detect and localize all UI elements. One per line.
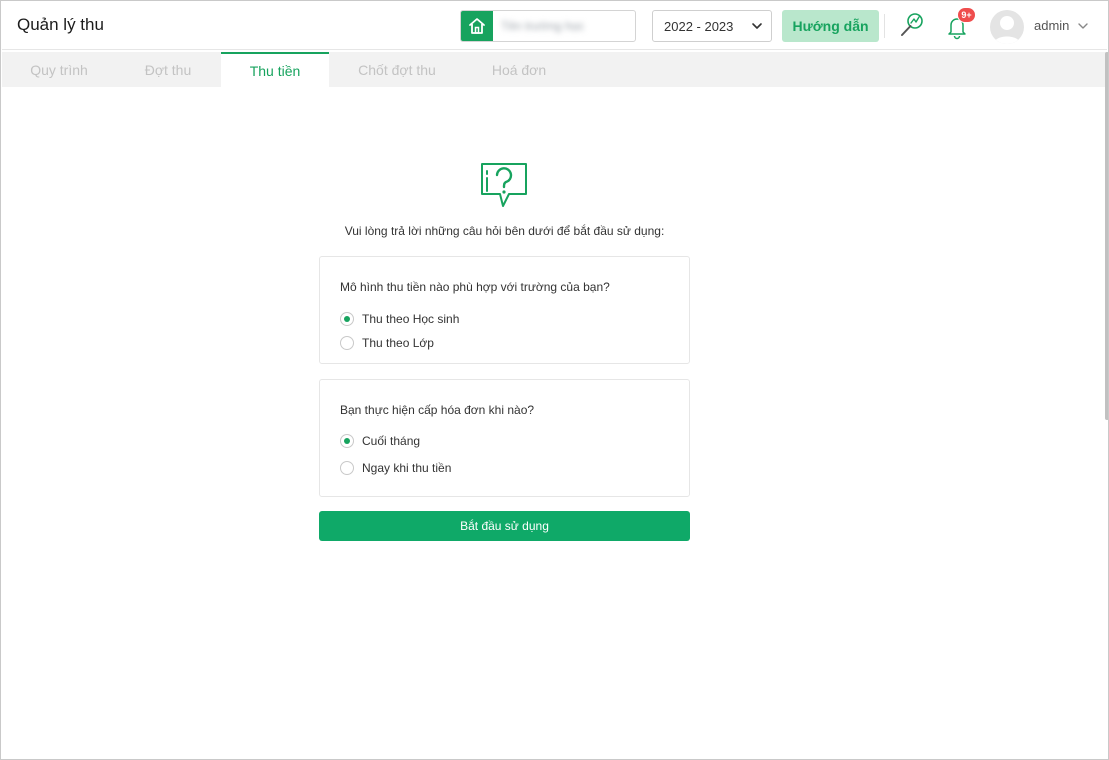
question-text: Bạn thực hiện cấp hóa đơn khi nào? <box>340 403 535 417</box>
start-button[interactable]: Bắt đầu sử dụng <box>319 511 690 541</box>
notification-badge: 9+ <box>957 7 976 23</box>
radio-button[interactable] <box>340 461 354 475</box>
avatar[interactable] <box>990 10 1024 44</box>
tab-thu-tien[interactable]: Thu tiền <box>221 52 329 87</box>
radio-button-checked[interactable] <box>340 434 354 448</box>
option-label: Ngay khi thu tiền <box>362 461 452 475</box>
intro-text: Vui lòng trả lời những câu hỏi bên dưới … <box>344 224 665 238</box>
radio-option[interactable]: Cuối tháng <box>340 434 420 448</box>
home-button[interactable] <box>461 11 493 41</box>
header-divider <box>884 14 885 38</box>
user-avatar-icon <box>994 16 1020 44</box>
magic-wand-icon[interactable] <box>898 11 926 39</box>
question-text: Mô hình thu tiền nào phù hợp với trường … <box>340 280 610 294</box>
page-title: Quản lý thu <box>17 15 104 34</box>
school-year-select[interactable]: 2022 - 2023 <box>652 10 772 42</box>
option-label: Thu theo Lớp <box>362 336 434 350</box>
radio-button-checked[interactable] <box>340 312 354 326</box>
tab-dot-thu[interactable]: Đợt thu <box>114 52 222 87</box>
scrollbar[interactable] <box>1105 52 1108 420</box>
radio-button[interactable] <box>340 336 354 350</box>
user-name[interactable]: admin <box>1034 18 1069 33</box>
tab-quy-trinh[interactable]: Quy trình <box>2 52 116 87</box>
radio-option[interactable]: Thu theo Học sinh <box>340 312 459 326</box>
tab-bar: Quy trình Đợt thu Thu tiền Chốt đợt thu … <box>2 52 1106 87</box>
option-label: Cuối tháng <box>362 434 421 448</box>
radio-option[interactable]: Thu theo Lớp <box>340 336 434 350</box>
school-year-value: 2022 - 2023 <box>664 19 734 34</box>
option-label: Thu theo Học sinh <box>362 312 460 326</box>
school-selector[interactable]: Tên trường học <box>460 10 636 42</box>
question-card: Mô hình thu tiền nào phù hợp với trường … <box>319 256 690 364</box>
question-card: Bạn thực hiện cấp hóa đơn khi nào? Cuối … <box>319 379 690 497</box>
tab-hoa-don[interactable]: Hoá đơn <box>468 52 570 87</box>
guide-button[interactable]: Hướng dẫn <box>782 10 879 42</box>
app-window: Quản lý thu Tên trường học 2022 - 2023 H… <box>0 0 1109 760</box>
top-header: Quản lý thu Tên trường học 2022 - 2023 H… <box>2 2 1107 50</box>
tab-chot-dot-thu[interactable]: Chốt đợt thu <box>336 52 458 87</box>
home-icon <box>469 18 485 34</box>
chevron-down-icon <box>752 23 762 29</box>
chevron-down-icon[interactable] <box>1077 20 1089 32</box>
school-name: Tên trường học <box>501 19 585 33</box>
radio-option[interactable]: Ngay khi thu tiền <box>340 461 451 475</box>
question-chat-icon <box>481 163 527 207</box>
